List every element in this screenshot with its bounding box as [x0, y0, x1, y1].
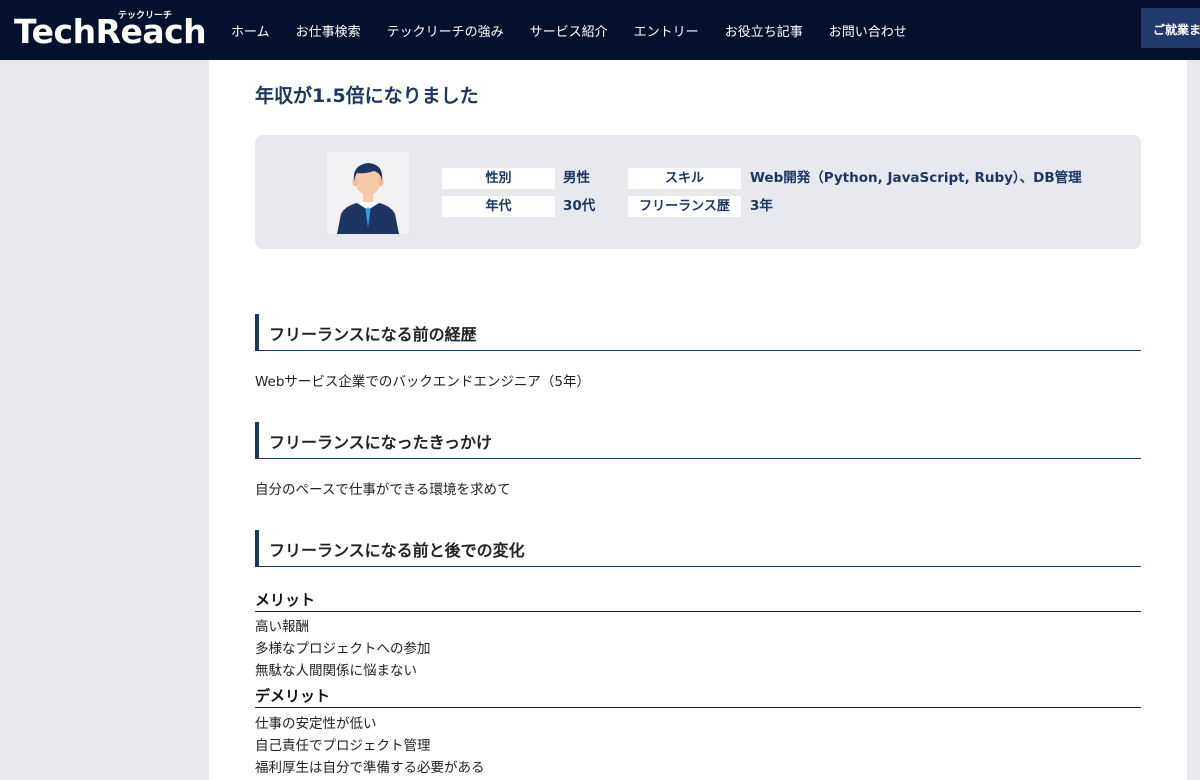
nav-item-contact[interactable]: お問い合わせ — [829, 21, 907, 40]
list-item: 自己責任でプロジェクト管理 — [255, 738, 431, 754]
cta-button[interactable]: ご就業ま — [1141, 8, 1200, 48]
gender-value: 男性 — [563, 170, 590, 186]
nav-item-articles[interactable]: お役立ち記事 — [725, 21, 803, 40]
section-heading-changes: フリーランスになる前と後での変化 — [255, 530, 1141, 567]
career-text: Webサービス企業でのバックエンドエンジニア（5年） — [255, 374, 591, 390]
nav-item-strengths[interactable]: テックリーチの強み — [387, 21, 504, 40]
nav-item-services[interactable]: サービス紹介 — [530, 21, 608, 40]
skill-value: Web開発（Python, JavaScript, Ruby）、DB管理 — [750, 170, 1082, 186]
age-label: 年代 — [442, 196, 555, 217]
list-item: 無駄な人間関係に悩まない — [255, 663, 417, 679]
businessman-avatar-icon — [327, 152, 409, 234]
nav-item-entry[interactable]: エントリー — [634, 21, 699, 40]
section-heading-text: フリーランスになる前と後での変化 — [269, 541, 525, 560]
avatar — [327, 152, 409, 234]
section-heading-text: フリーランスになる前の経歴 — [269, 325, 477, 344]
profile-card: 性別 男性 スキル Web開発（Python, JavaScript, Ruby… — [255, 135, 1141, 249]
site-header: TechReach テックリーチ ホーム お仕事検索 テックリーチの強み サービ… — [0, 0, 1200, 60]
list-item: 多様なプロジェクトへの参加 — [255, 641, 431, 657]
age-value: 30代 — [563, 198, 596, 214]
list-item: 福利厚生は自分で準備する必要がある — [255, 760, 485, 776]
section-heading-career: フリーランスになる前の経歴 — [255, 314, 1141, 351]
skill-label: スキル — [628, 168, 741, 189]
nav-item-job-search[interactable]: お仕事検索 — [296, 21, 361, 40]
section-heading-motivation: フリーランスになったきっかけ — [255, 422, 1141, 459]
main-nav: ホーム お仕事検索 テックリーチの強み サービス紹介 エントリー お役立ち記事 … — [218, 0, 920, 60]
freelance-years-label: フリーランス歴 — [628, 196, 741, 217]
article-content: 年収が1.5倍になりました 性別 男性 スキル Web開発（Python, Ja… — [209, 60, 1187, 780]
page-title: 年収が1.5倍になりました — [255, 85, 479, 107]
gender-label: 性別 — [442, 168, 555, 189]
demerits-heading: デメリット — [255, 685, 1141, 708]
logo-subtext: テックリーチ — [118, 11, 173, 21]
motivation-text: 自分のペースで仕事ができる環境を求めて — [255, 482, 511, 498]
list-item: 高い報酬 — [255, 619, 309, 635]
section-heading-text: フリーランスになったきっかけ — [269, 433, 493, 452]
logo-text: TechReach — [14, 12, 207, 51]
merits-heading: メリット — [255, 589, 1141, 612]
freelance-years-value: 3年 — [750, 198, 773, 214]
list-item: 仕事の安定性が低い — [255, 716, 377, 732]
nav-item-home[interactable]: ホーム — [231, 21, 270, 40]
